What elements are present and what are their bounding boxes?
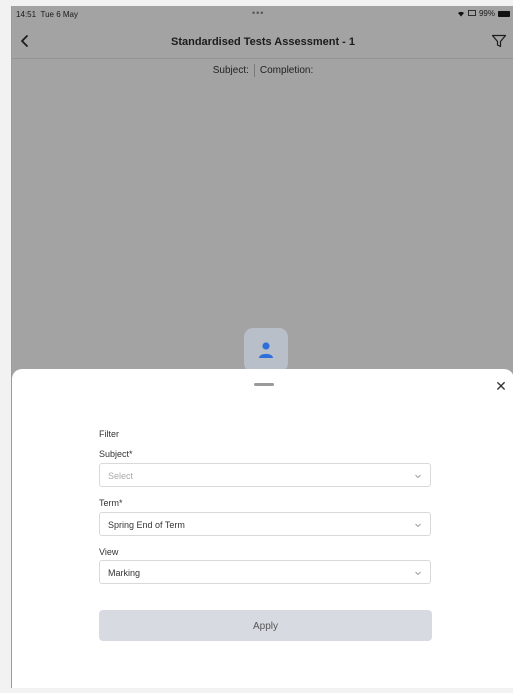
screen-mirror-icon [468, 10, 476, 16]
status-time: 14:51 Tue 6 May [16, 10, 78, 19]
subject-select[interactable]: Select [99, 463, 431, 487]
person-icon [259, 342, 273, 358]
battery-icon [498, 10, 510, 17]
view-field-label: View [99, 547, 119, 557]
completion-summary-label: Completion: [259, 65, 314, 77]
status-bar: 14:51 Tue 6 May ••• 99% [12, 6, 513, 24]
subject-field-label: Subject* [99, 449, 133, 459]
wifi-icon [457, 11, 464, 17]
top-nav-bar: Standardised Tests Assessment - 1 [12, 26, 513, 59]
term-select[interactable]: Spring End of Term [99, 512, 431, 536]
chevron-down-icon [415, 523, 421, 528]
apply-button[interactable]: Apply [99, 610, 432, 641]
view-select[interactable]: Marking [99, 560, 431, 584]
chevron-down-icon [415, 474, 421, 479]
status-right: 99% [457, 9, 510, 18]
term-field-label: Term* [99, 498, 123, 508]
term-select-value: Spring End of Term [108, 520, 185, 530]
battery-percent: 99% [478, 9, 495, 18]
summary-bar: Subject: Completion: [12, 64, 513, 77]
view-select-value: Marking [108, 568, 141, 578]
device-frame: 14:51 Tue 6 May ••• 99% Standardised Tes… [0, 0, 513, 693]
sheet-drag-handle[interactable] [254, 383, 274, 386]
page-title: Standardised Tests Assessment - 1 [170, 36, 355, 48]
subject-select-placeholder: Select [108, 471, 134, 481]
student-avatar-tile[interactable] [244, 328, 288, 372]
subject-summary-label: Subject: [212, 65, 249, 77]
chevron-down-icon [415, 571, 421, 576]
filter-bottom-sheet: ✕ Filter Subject* Select Term* Spring En… [12, 369, 513, 688]
close-icon[interactable]: ✕ [493, 378, 509, 394]
summary-divider [253, 64, 255, 77]
filter-funnel-icon[interactable] [490, 32, 508, 50]
app-screen: 14:51 Tue 6 May ••• 99% Standardised Tes… [11, 6, 513, 688]
multitasking-dots[interactable]: ••• [252, 8, 264, 18]
filter-heading: Filter [99, 429, 119, 439]
